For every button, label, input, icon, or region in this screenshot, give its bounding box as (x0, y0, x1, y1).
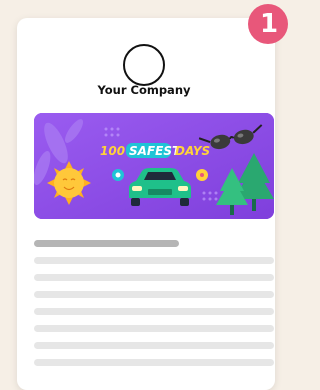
skeleton-line (34, 291, 274, 298)
company-logo-placeholder (123, 44, 165, 86)
skeleton-line (34, 308, 274, 315)
skeleton-line (34, 359, 274, 366)
skeleton-line (34, 274, 274, 281)
banner-title-safest: SAFEST (129, 144, 181, 158)
skeleton-line-heading (34, 240, 179, 247)
skeleton-line (34, 257, 274, 264)
banner-title-100: 100 (100, 144, 125, 158)
skeleton-line (34, 325, 274, 332)
step-number-badge: 1 (248, 4, 288, 44)
safety-banner: 100 SAFEST DAYS (34, 113, 274, 219)
banner-title-days: DAYS (175, 144, 210, 158)
skeleton-line (34, 342, 274, 349)
company-name: Your Company (97, 83, 191, 97)
